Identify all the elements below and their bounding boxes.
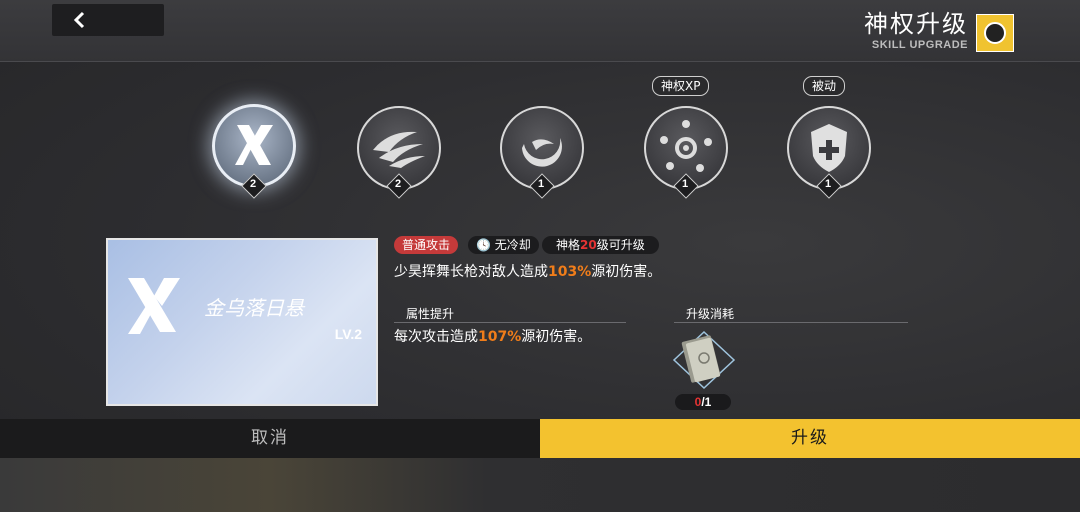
requirement-suffix: 级可升级: [596, 238, 645, 252]
cost-section-header: 升级消耗: [674, 306, 754, 322]
skill-level: 1: [681, 178, 689, 190]
skill-level-label: LV.2: [334, 326, 362, 342]
skill-emblem-icon: [976, 14, 1014, 52]
description-prefix: 少昊挥舞长枪对敌人造成: [394, 264, 548, 280]
skill-tag-xp: 神权XP: [652, 76, 710, 96]
skill-level: 1: [824, 178, 832, 190]
requirement-tag: 神格20级可升级: [542, 236, 659, 254]
item-count: 0/1: [675, 394, 731, 410]
page-subtitle: SKILL UPGRADE: [871, 39, 968, 51]
skill-type-tag: 普通攻击: [394, 236, 459, 254]
cost-section-line: [674, 322, 908, 323]
skill-name: 金乌落日悬: [204, 296, 304, 320]
attribute-section-header: 属性提升: [394, 306, 474, 322]
skill-description: 少昊挥舞长枪对敌人造成103%源初伤害。: [394, 261, 661, 281]
upgrade-book-item[interactable]: [672, 330, 736, 390]
back-button[interactable]: [52, 4, 164, 36]
bottom-background: [0, 458, 1080, 512]
book-icon: [672, 330, 736, 390]
page-title: 神权升级: [864, 10, 968, 38]
attribute-description: 每次攻击造成107%源初伤害。: [394, 326, 591, 346]
description-value: 103%: [548, 264, 592, 280]
cost-section-title: 升级消耗: [686, 307, 735, 321]
attribute-prefix: 每次攻击造成: [394, 329, 478, 345]
cooldown-label: 无冷却: [494, 238, 531, 252]
requirement-level: 20: [580, 238, 597, 252]
cooldown-tag: 🕓 无冷却: [468, 236, 539, 254]
requirement-prefix: 神格: [556, 238, 581, 252]
skill-level: 2: [394, 178, 402, 190]
clock-icon: 🕓: [476, 238, 491, 252]
attribute-section-title: 属性提升: [406, 307, 455, 321]
attribute-section-line: [394, 322, 626, 323]
upgrade-button[interactable]: 升级: [540, 419, 1080, 458]
cancel-button[interactable]: 取消: [0, 419, 540, 458]
description-suffix: 源初伤害。: [591, 264, 662, 280]
x-slash-icon: [128, 278, 180, 334]
attribute-value: 107%: [478, 329, 522, 345]
chevron-left-icon: [73, 11, 85, 29]
skill-level: 1: [537, 178, 545, 190]
skill-tag-passive: 被动: [803, 76, 846, 96]
item-need: /1: [701, 395, 712, 409]
skill-level: 2: [249, 178, 257, 190]
page-title-block: 神权升级 SKILL UPGRADE: [864, 10, 968, 52]
skill-card: 金乌落日悬 LV.2: [106, 238, 378, 406]
attribute-suffix: 源初伤害。: [521, 329, 592, 345]
